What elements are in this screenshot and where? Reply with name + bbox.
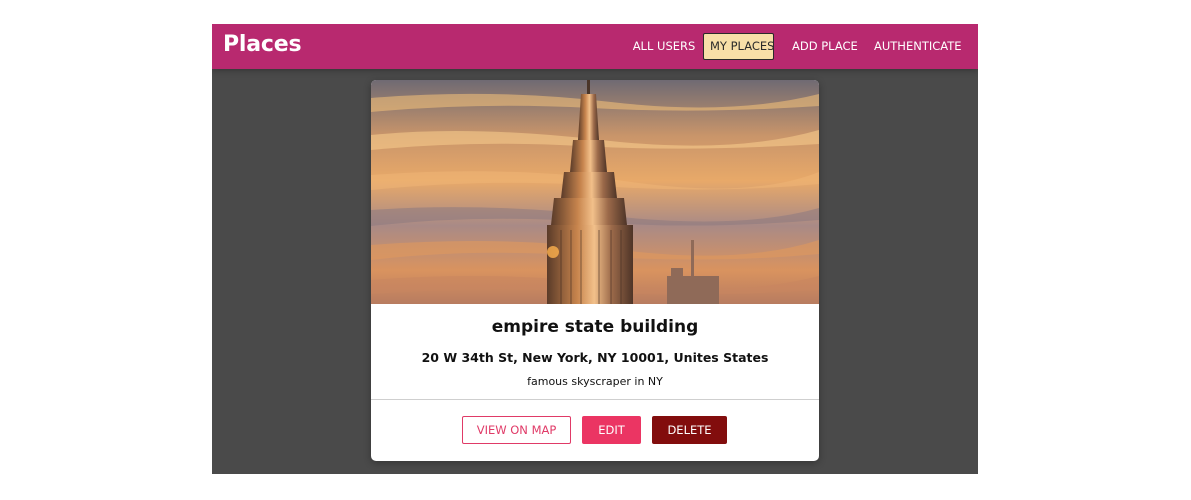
brand-logo[interactable]: Places xyxy=(223,32,302,57)
card-divider xyxy=(371,399,819,400)
edit-button[interactable]: EDIT xyxy=(582,416,641,444)
place-address: 20 W 34th St, New York, NY 10001, Unites… xyxy=(421,350,769,365)
main-header: Places ALL USERS MY PLACES ADD PLACE AUT… xyxy=(212,24,978,69)
place-card: empire state building 20 W 34th St, New … xyxy=(371,80,819,461)
app-frame: Places ALL USERS MY PLACES ADD PLACE AUT… xyxy=(212,24,978,474)
view-on-map-button[interactable]: VIEW ON MAP xyxy=(462,416,571,444)
nav-my-places[interactable]: MY PLACES xyxy=(703,33,774,60)
nav-add-place[interactable]: ADD PLACE xyxy=(786,33,858,60)
nav-authenticate[interactable]: AUTHENTICATE xyxy=(868,33,962,60)
delete-button[interactable]: DELETE xyxy=(652,416,727,444)
place-image xyxy=(371,80,819,304)
place-info: empire state building 20 W 34th St, New … xyxy=(371,304,819,399)
nav-all-users[interactable]: ALL USERS xyxy=(624,33,704,60)
place-description: famous skyscraper in NY xyxy=(527,375,663,388)
place-title: empire state building xyxy=(491,317,699,337)
